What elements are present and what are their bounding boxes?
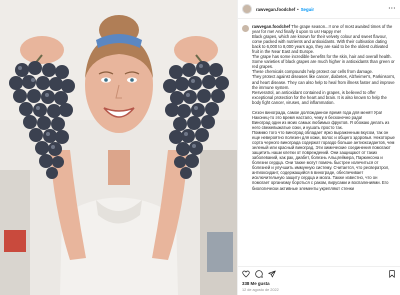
post-photo[interactable] [0, 0, 237, 295]
post-sidebar: rawvegan.foodchef • Seguir ··· rawvegan.… [237, 0, 400, 295]
username-link[interactable]: rawvegan.foodchef [256, 7, 295, 12]
bookmark-icon[interactable] [388, 270, 396, 278]
separator-dot: • [297, 6, 299, 12]
heart-icon[interactable] [242, 270, 250, 278]
caption-text: rawvegan.foodchef The grape season...!! … [252, 24, 396, 266]
caption-avatar[interactable] [242, 25, 249, 32]
post-header: rawvegan.foodchef • Seguir ··· [238, 0, 400, 19]
share-icon[interactable] [268, 270, 276, 278]
post-date: 12 de agosto de 2022 [242, 288, 279, 292]
follow-button[interactable]: Seguir [301, 7, 314, 12]
avatar[interactable] [242, 4, 252, 14]
caption-body: The grape season...!! one of most awaite… [252, 24, 396, 191]
photo-woman-holding-grapes [0, 0, 237, 295]
comment-icon[interactable] [255, 270, 263, 278]
action-bar [238, 266, 400, 281]
instagram-post: rawvegan.foodchef • Seguir ··· rawvegan.… [0, 0, 400, 295]
caption-area: rawvegan.foodchef The grape season...!! … [238, 19, 400, 266]
more-options-icon[interactable]: ··· [389, 6, 397, 12]
